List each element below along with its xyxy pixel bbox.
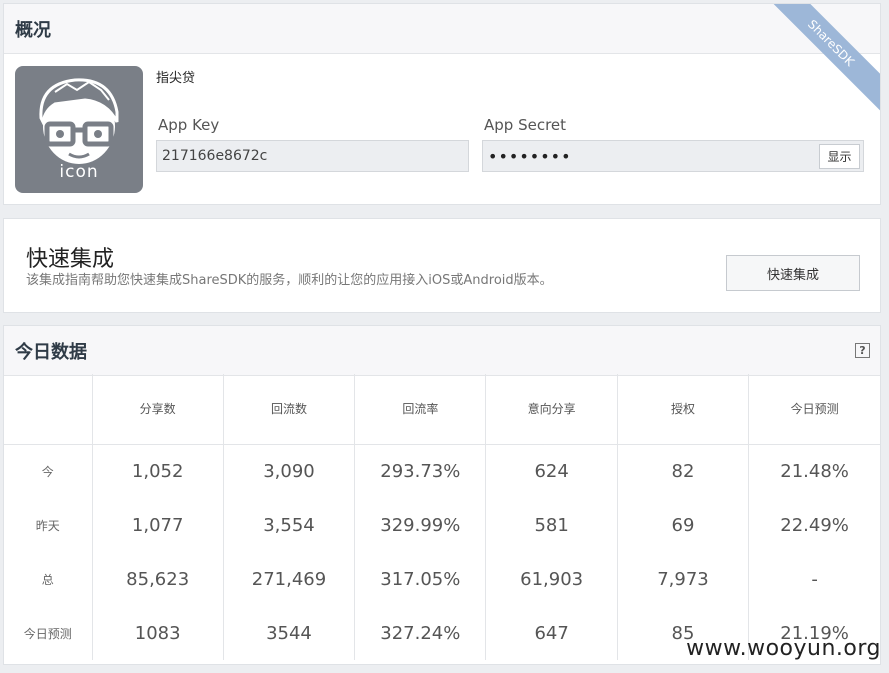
table-cell: 85,623 (92, 552, 224, 606)
table-cell: 61,903 (485, 552, 618, 606)
table-cell: 3,554 (223, 498, 356, 552)
table-cell: 1083 (92, 606, 224, 660)
table-cell: - (811, 568, 818, 590)
app-name: 指尖贷 (156, 71, 196, 86)
table-cell: 3,090 (223, 444, 356, 498)
column-header: 意向分享 (485, 374, 618, 445)
table-cell: 329.99% (354, 498, 487, 552)
table-cell: 7,973 (617, 552, 750, 606)
app-icon: icon (15, 66, 143, 193)
today-data-table: 分享数 回流数 回流率 意向分享 授权 今日预测 今 1,052 3,090 2… (4, 374, 880, 660)
column-header: 回流数 (223, 374, 356, 445)
table-row: 昨天 1,077 3,554 329.99% 581 69 22.49% (4, 498, 880, 552)
today-data-header: 今日数据 (4, 326, 880, 376)
table-row: 今 1,052 3,090 293.73% 624 82 21.48% (4, 444, 880, 498)
table-cell: 317.05% (354, 552, 487, 606)
table-cell: 1,052 (92, 444, 224, 498)
table-cell: 69 (617, 498, 750, 552)
table-cell: 22.49% (780, 514, 849, 536)
today-data-card: 今日数据 ? 分享数 回流数 回流率 意向分享 授权 今日预测 今 1,052 … (3, 325, 881, 665)
quick-integration-card: 快速集成 该集成指南帮助您快速集成ShareSDK的服务，顺利的让您的应用接入i… (3, 218, 881, 313)
app-icon-label: icon (59, 162, 99, 182)
column-header: 授权 (617, 374, 750, 445)
table-cell: 647 (485, 606, 618, 660)
app-secret-label: App Secret (484, 116, 567, 134)
today-data-title: 今日数据 (15, 341, 87, 363)
table-cell: 21.48% (780, 460, 849, 482)
row-label: 今日预测 (4, 606, 93, 660)
column-header: 分享数 (92, 374, 224, 445)
app-key-label: App Key (158, 116, 220, 134)
overview-header: 概况 (4, 4, 880, 54)
table-cell: 271,469 (223, 552, 356, 606)
quick-integration-description: 该集成指南帮助您快速集成ShareSDK的服务，顺利的让您的应用接入iOS或An… (26, 273, 553, 288)
app-secret-field[interactable]: •••••••• 显示 (482, 140, 864, 172)
column-header: 回流率 (354, 374, 487, 445)
table-cell: 624 (485, 444, 618, 498)
table-cell: 1,077 (92, 498, 224, 552)
row-label: 今 (4, 444, 93, 498)
table-cell: 3544 (223, 606, 356, 660)
app-secret-value: •••••••• (488, 146, 572, 166)
app-key-value: 217166e8672c (162, 148, 268, 164)
table-cell: 327.24% (354, 606, 487, 660)
show-secret-button[interactable]: 显示 (819, 144, 860, 169)
table-cell: 293.73% (354, 444, 487, 498)
table-cell: 82 (617, 444, 750, 498)
column-header (4, 374, 93, 445)
app-key-field[interactable]: 217166e8672c (156, 140, 469, 172)
row-label: 昨天 (4, 498, 93, 552)
overview-title: 概况 (15, 19, 51, 41)
watermark: www.wooyun.org (686, 636, 881, 661)
column-header: 今日预测 (748, 374, 880, 445)
row-label: 总 (4, 552, 93, 606)
table-header-row: 分享数 回流数 回流率 意向分享 授权 今日预测 (4, 374, 880, 445)
table-row: 总 85,623 271,469 317.05% 61,903 7,973 - (4, 552, 880, 606)
overview-card: 概况 ShareSDK icon 指尖贷 App Key 217166e8672… (3, 3, 881, 205)
table-cell: 581 (485, 498, 618, 552)
help-icon[interactable]: ? (855, 343, 870, 358)
quick-integration-button[interactable]: 快速集成 (726, 255, 860, 291)
